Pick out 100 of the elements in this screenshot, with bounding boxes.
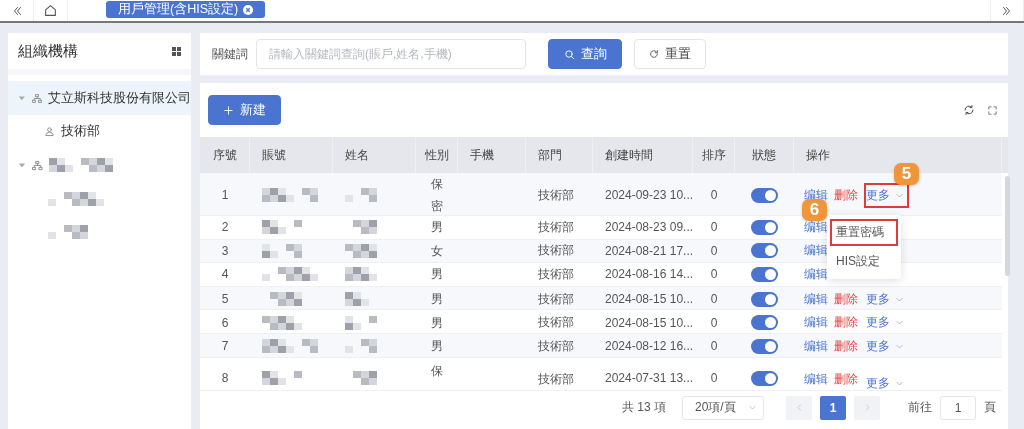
table-cell-text: 7 bbox=[220, 338, 230, 356]
table-cell-text: 0 bbox=[709, 314, 719, 332]
table-cell-text: 0 bbox=[709, 291, 719, 309]
edit-link[interactable]: 编辑 bbox=[804, 242, 828, 260]
more-dropdown-link[interactable]: 更多 bbox=[864, 333, 909, 359]
table-cell-text: 0 bbox=[709, 369, 719, 387]
status-toggle[interactable] bbox=[751, 291, 778, 307]
table-cell-text: 技術部 bbox=[537, 370, 575, 388]
grid-icon[interactable] bbox=[172, 46, 181, 56]
table-cell-text: 男 bbox=[430, 291, 444, 309]
table-cell-text: 技術部 bbox=[537, 314, 575, 332]
refresh-icon bbox=[649, 49, 659, 59]
table-cell-text: 技術部 bbox=[537, 186, 575, 204]
table-cell-text: 男 bbox=[430, 266, 444, 284]
org-chart-icon bbox=[31, 92, 42, 104]
redacted-text bbox=[262, 188, 318, 202]
reset-button[interactable]: 重置 bbox=[634, 39, 706, 69]
delete-link[interactable]: 删除 bbox=[834, 186, 858, 204]
status-toggle[interactable] bbox=[751, 370, 778, 386]
table-cell-text: 技術部 bbox=[537, 290, 575, 308]
table-cell-text: 男 bbox=[430, 338, 444, 356]
table-cell-text: 2024-08-16 14... bbox=[604, 266, 693, 284]
table-cell-text: 技術部 bbox=[537, 218, 575, 236]
double-chevron-right-icon bbox=[1001, 4, 1013, 17]
keyword-input[interactable]: 請輸入關鍵詞查詢(賬戶,姓名,手機) bbox=[256, 39, 526, 69]
table-cell-text: 2024-08-23 09... bbox=[604, 219, 693, 237]
redacted-text bbox=[345, 243, 377, 258]
delete-link[interactable]: 删除 bbox=[834, 370, 858, 388]
table-cell-text: 2024-07-31 13... bbox=[604, 369, 693, 387]
search-icon bbox=[563, 48, 575, 60]
table-cell-text: 男 bbox=[430, 314, 444, 332]
group-icon bbox=[44, 126, 55, 137]
refresh-icon[interactable] bbox=[963, 104, 975, 116]
fullscreen-icon[interactable] bbox=[987, 104, 998, 116]
status-toggle[interactable] bbox=[751, 315, 778, 331]
delete-link[interactable]: 删除 bbox=[834, 314, 858, 332]
more-dropdown-link[interactable]: 更多 bbox=[864, 286, 909, 312]
search-button[interactable]: 查詢 bbox=[548, 39, 622, 69]
keyword-label: 關鍵詞 bbox=[212, 45, 248, 63]
scrollbar[interactable] bbox=[1005, 176, 1010, 276]
table-cell-text: 保密 bbox=[430, 176, 444, 215]
status-toggle[interactable] bbox=[751, 267, 778, 282]
status-toggle[interactable] bbox=[751, 219, 778, 235]
status-toggle[interactable] bbox=[751, 338, 778, 354]
redacted-text bbox=[345, 188, 377, 202]
more-dropdown-link[interactable]: 更多 bbox=[864, 370, 909, 390]
org-chart-icon bbox=[32, 159, 43, 171]
edit-link[interactable]: 编辑 bbox=[804, 337, 828, 355]
sidebar-title: 組織機構 bbox=[18, 41, 78, 61]
status-toggle[interactable] bbox=[751, 187, 778, 203]
table-cell-text: 2024-08-15 10... bbox=[604, 314, 693, 332]
table-cell-text: 0 bbox=[709, 266, 719, 284]
table-cell-text: 技術部 bbox=[537, 266, 575, 283]
redacted-text bbox=[48, 224, 88, 239]
table-cell-text: 0 bbox=[709, 187, 719, 204]
edit-link[interactable]: 编辑 bbox=[804, 314, 828, 332]
redacted-text bbox=[262, 315, 302, 330]
edit-link[interactable]: 编辑 bbox=[804, 266, 828, 283]
collapse-right-button[interactable] bbox=[990, 0, 1024, 21]
total-count: 共 13 項 bbox=[622, 399, 666, 417]
add-button[interactable]: 新建 bbox=[208, 95, 281, 125]
table-cell-text: 5 bbox=[220, 291, 230, 309]
delete-link[interactable]: 删除 bbox=[834, 337, 858, 355]
table-cell-text: 技術部 bbox=[537, 337, 575, 355]
redacted-text bbox=[262, 339, 318, 354]
table-cell-text: 1 bbox=[220, 187, 230, 204]
table-cell-text: 2024-08-15 10... bbox=[604, 291, 693, 309]
table-cell-text: 6 bbox=[220, 314, 230, 332]
table-cell-text: 2 bbox=[220, 219, 230, 237]
table-cell-text: 技術部 bbox=[537, 242, 575, 260]
redacted-text bbox=[262, 267, 318, 282]
goto-page-input[interactable]: 1 bbox=[940, 395, 976, 420]
table-cell-text: 0 bbox=[709, 242, 719, 260]
tree-item-label[interactable]: 艾立斯科技股份有限公司 bbox=[48, 89, 191, 107]
page-button[interactable]: 1 bbox=[820, 395, 846, 420]
table-cell-text: 2024-09-23 10... bbox=[604, 187, 693, 204]
redacted-text bbox=[345, 315, 377, 330]
table-cell-text: 保 bbox=[430, 362, 444, 380]
menu-item[interactable]: 重置密碼 bbox=[830, 218, 898, 246]
plus-icon bbox=[223, 104, 234, 116]
edit-link[interactable]: 编辑 bbox=[804, 218, 828, 236]
table-cell-text: 8 bbox=[220, 369, 230, 387]
table-cell-text: 0 bbox=[709, 338, 719, 356]
status-toggle[interactable] bbox=[751, 243, 778, 259]
page-suffix: 頁 bbox=[984, 399, 996, 417]
tree-item-label[interactable]: 技術部 bbox=[61, 123, 100, 140]
edit-link[interactable]: 编辑 bbox=[804, 370, 828, 388]
table-cell-text: 4 bbox=[220, 266, 230, 284]
home-icon bbox=[44, 4, 57, 17]
delete-link[interactable]: 删除 bbox=[834, 290, 858, 308]
page-size-select[interactable]: 20項/頁 bbox=[682, 395, 764, 420]
table-cell-text: 0 bbox=[709, 219, 719, 237]
tree-item-highlight[interactable]: 艾立斯科技股份有限公司 bbox=[8, 81, 191, 115]
more-dropdown-link[interactable]: 更多 bbox=[864, 310, 909, 336]
table-cell-text: 2024-08-12 16... bbox=[604, 338, 693, 356]
menu-item[interactable]: HIS設定 bbox=[830, 247, 898, 275]
edit-link[interactable]: 编辑 bbox=[804, 290, 828, 308]
page-tab[interactable]: 用戶管理(含HIS設定) bbox=[106, 1, 266, 18]
table-cell-text: 男 bbox=[430, 219, 444, 237]
redacted-text bbox=[262, 370, 302, 385]
